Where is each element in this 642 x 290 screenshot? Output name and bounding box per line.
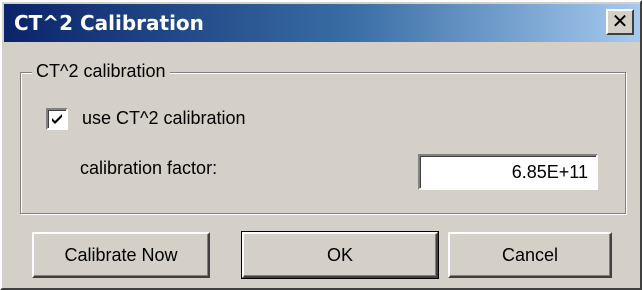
window-title: CT^2 Calibration [14,11,204,35]
calibration-factor-input[interactable] [418,154,598,190]
title-bar: CT^2 Calibration ✕ [4,4,640,42]
calibration-dialog: CT^2 Calibration ✕ CT^2 calibration use … [0,0,642,290]
close-icon: ✕ [611,9,629,33]
cancel-button[interactable]: Cancel [448,232,612,278]
ok-button[interactable]: OK [241,231,439,279]
checkmark-icon [52,114,62,124]
calibration-factor-label: calibration factor: [80,158,218,178]
groupbox-label: CT^2 calibration [32,61,170,82]
calibrate-now-button[interactable]: Calibrate Now [32,232,210,278]
close-button[interactable]: ✕ [606,9,634,35]
use-calibration-checkbox[interactable] [46,108,68,130]
use-calibration-label[interactable]: use CT^2 calibration [82,108,246,129]
calibration-groupbox [20,72,626,214]
